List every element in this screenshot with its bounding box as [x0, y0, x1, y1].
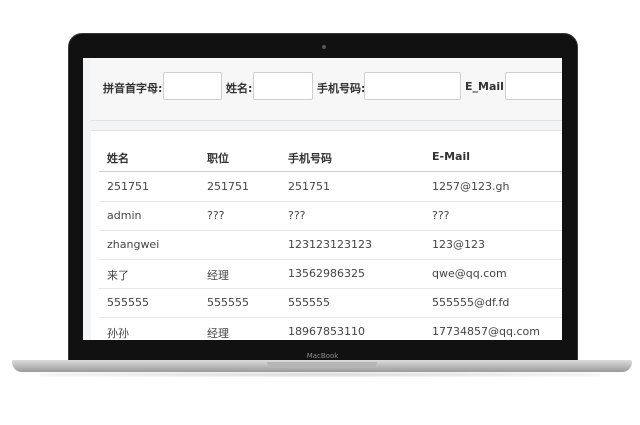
pinyin-initial-label: 拼音首字母: — [103, 82, 163, 95]
table-row[interactable]: admin ??? ??? ??? — [99, 201, 562, 231]
cell-position: 经理 — [207, 269, 229, 282]
laptop-screen: 拼音首字母: 姓名: 手机号码: E_Mail: 姓名 职位 手机号码 E-Ma… — [83, 58, 562, 340]
cell-phone: 123123123123 — [288, 238, 372, 251]
table-header: 姓名 职位 手机号码 E-Mail — [99, 142, 562, 172]
table-row[interactable]: 251751 251751 251751 1257@123.gh — [99, 172, 562, 202]
phone-label: 手机号码: — [317, 82, 366, 95]
email-label: E_Mail: — [465, 80, 509, 93]
laptop-notch — [267, 362, 377, 368]
camera-icon — [322, 45, 326, 49]
cell-email: 555555@df.fd — [432, 296, 510, 309]
search-filter-bar: 拼音首字母: 姓名: 手机号码: E_Mail: — [91, 58, 562, 121]
cell-name: 251751 — [107, 180, 149, 193]
header-phone: 手机号码 — [288, 152, 332, 165]
header-position: 职位 — [207, 152, 229, 165]
cell-position: ??? — [207, 209, 225, 222]
phone-input[interactable] — [364, 72, 461, 100]
cell-position: 251751 — [207, 180, 249, 193]
cell-email: 123@123 — [432, 238, 485, 251]
cell-email: qwe@qq.com — [432, 267, 507, 280]
cell-phone: ??? — [288, 209, 306, 222]
table-row[interactable]: 来了 经理 13562986325 qwe@qq.com — [99, 259, 562, 289]
cell-email: 1257@123.gh — [432, 180, 510, 193]
header-name: 姓名 — [107, 152, 129, 165]
cell-phone: 18967853110 — [288, 325, 365, 338]
cell-email: ??? — [432, 209, 450, 222]
name-input[interactable] — [253, 72, 313, 100]
cell-name: 555555 — [107, 296, 149, 309]
header-email: E-Mail — [432, 150, 470, 163]
cell-name: 孙孙 — [107, 327, 129, 340]
cell-position: 经理 — [207, 327, 229, 340]
laptop-shadow — [40, 372, 600, 377]
email-input[interactable] — [505, 72, 562, 100]
cell-email: 17734857@qq.com — [432, 325, 540, 338]
table-row[interactable]: 孙孙 经理 18967853110 17734857@qq.com — [99, 317, 562, 340]
name-label: 姓名: — [226, 82, 253, 95]
table-row[interactable]: zhangwei 123123123123 123@123 — [99, 230, 562, 260]
pinyin-initial-input[interactable] — [163, 72, 222, 100]
cell-phone: 13562986325 — [288, 267, 365, 280]
laptop-brand-logo: MacBook — [306, 352, 339, 360]
contacts-table: 姓名 职位 手机号码 E-Mail 251751 251751 251751 1… — [91, 130, 562, 340]
cell-position: 555555 — [207, 296, 249, 309]
cell-phone: 555555 — [288, 296, 330, 309]
table-row[interactable]: 555555 555555 555555 555555@df.fd — [99, 288, 562, 318]
cell-name: zhangwei — [107, 238, 160, 251]
cell-name: admin — [107, 209, 142, 222]
cell-phone: 251751 — [288, 180, 330, 193]
cell-name: 来了 — [107, 269, 129, 282]
